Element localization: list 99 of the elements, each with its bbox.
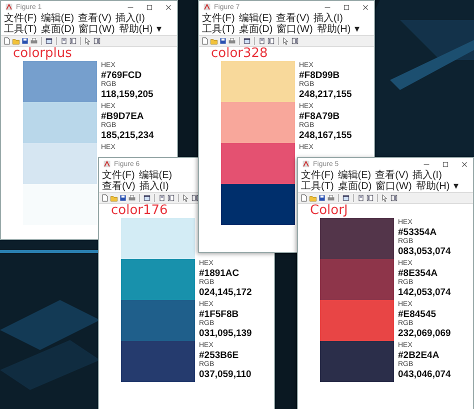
panel-icon[interactable] [93, 37, 101, 45]
menu-item[interactable]: 帮助(H) [416, 181, 450, 192]
maximize-icon[interactable] [145, 2, 154, 12]
palette-name: colorplus [13, 47, 73, 61]
maximize-icon[interactable] [342, 2, 351, 12]
menu-item[interactable]: 窗口(W) [78, 24, 115, 35]
hex-value: #8E354A [398, 268, 439, 279]
menu-item[interactable]: 查看(V) [102, 181, 136, 192]
panel-icon[interactable] [258, 37, 266, 45]
menu-more-button[interactable]: ▾ [156, 24, 162, 35]
hex-value: #E84545 [398, 309, 438, 320]
menu-more-button[interactable]: ▾ [354, 24, 360, 35]
hex-value: #1891AC [199, 268, 240, 279]
hex-value: #253B6E [199, 350, 240, 361]
cursor-icon[interactable] [182, 194, 190, 202]
panel-icon[interactable] [158, 194, 166, 202]
menu-item[interactable]: 查看(V) [375, 170, 408, 181]
menu-item[interactable]: 桌面(D) [338, 181, 372, 192]
panel-icon[interactable] [357, 194, 365, 202]
palette-name: ColorJ [310, 204, 349, 218]
window-icon[interactable] [243, 37, 251, 45]
hex-value: #F8D99B [299, 70, 341, 81]
save-icon[interactable] [318, 194, 326, 202]
rgb-value: 232,069,069 [398, 328, 451, 339]
rgb-value: 043,046,074 [398, 369, 451, 380]
app-icon [5, 3, 13, 11]
rgb-value: 248,217,155 [299, 89, 352, 100]
menu-item[interactable]: 帮助(H) [118, 24, 153, 35]
menu-item[interactable]: 桌面(D) [40, 24, 75, 35]
new-file-icon[interactable] [300, 194, 308, 202]
rgb-value: 024,145,172 [199, 287, 252, 298]
menu-item[interactable]: 查看(V) [78, 13, 112, 24]
hex-value: #769FCD [101, 70, 143, 81]
rgb-value: 248,167,155 [299, 130, 352, 141]
cursor-icon[interactable] [84, 37, 92, 45]
cursor-icon[interactable] [381, 194, 389, 202]
hex-value: #53354A [398, 227, 438, 238]
panel-icon[interactable] [366, 194, 374, 202]
menu-item[interactable]: 插入(I) [412, 170, 442, 181]
window-icon[interactable] [45, 37, 53, 45]
menu-item[interactable]: 窗口(W) [276, 24, 313, 35]
rgb-value: 118,159,205 [101, 89, 154, 100]
save-icon[interactable] [21, 37, 29, 45]
menu-item[interactable]: 编辑(E) [238, 13, 272, 24]
app-icon [203, 3, 211, 11]
menu-more-button[interactable]: ▾ [454, 181, 459, 192]
new-file-icon[interactable] [101, 194, 109, 202]
app-icon [103, 160, 111, 168]
menu-item[interactable]: 插入(I) [115, 13, 145, 24]
new-file-icon[interactable] [201, 37, 209, 45]
menu-item[interactable]: 文件(F) [202, 13, 235, 24]
rgb-value: 185,215,234 [101, 130, 154, 141]
panel-icon[interactable] [267, 37, 275, 45]
close-icon[interactable] [164, 2, 173, 12]
close-icon[interactable] [460, 160, 469, 168]
menu-item[interactable]: 插入(I) [313, 13, 343, 24]
print-icon[interactable] [327, 194, 335, 202]
hex-value: #2B2E4A [398, 350, 440, 361]
menu-item[interactable]: 文件(F) [102, 170, 135, 181]
menu-item[interactable]: 桌面(D) [238, 24, 273, 35]
panel-icon[interactable] [291, 37, 299, 45]
rgb-value: 083,053,074 [398, 246, 451, 257]
save-icon[interactable] [119, 194, 127, 202]
print-icon[interactable] [228, 37, 236, 45]
panel-icon[interactable] [390, 194, 398, 202]
menu-item[interactable]: 工具(T) [4, 24, 37, 35]
panel-icon[interactable] [69, 37, 77, 45]
save-icon[interactable] [219, 37, 227, 45]
panel-icon[interactable] [191, 194, 199, 202]
hex-value: #1F5F8B [199, 309, 240, 320]
menu-item[interactable]: 工具(T) [202, 24, 235, 35]
palette-name: color328 [211, 47, 269, 61]
print-icon[interactable] [30, 37, 38, 45]
close-icon[interactable] [361, 2, 370, 12]
panel-icon[interactable] [60, 37, 68, 45]
window-icon[interactable] [342, 194, 350, 202]
menu-item[interactable]: 查看(V) [276, 13, 310, 24]
palette-name: color176 [111, 204, 169, 218]
cursor-icon[interactable] [282, 37, 290, 45]
menu-item[interactable]: 编辑(E) [40, 13, 74, 24]
menu-item[interactable]: 编辑(E) [338, 170, 372, 181]
rgb-value: 031,095,139 [199, 328, 252, 339]
print-icon[interactable] [128, 194, 136, 202]
rgb-value: 142,053,074 [398, 287, 451, 298]
menu-item[interactable]: 文件(F) [301, 170, 334, 181]
menu-item[interactable]: 编辑(E) [138, 170, 172, 181]
new-file-icon[interactable] [3, 37, 11, 45]
app-icon [302, 160, 310, 168]
menu-item[interactable]: 工具(T) [301, 181, 334, 192]
rgb-value: 037,059,110 [199, 369, 252, 380]
window-icon[interactable] [143, 194, 151, 202]
menu-item[interactable]: 窗口(W) [376, 181, 412, 192]
maximize-icon[interactable] [441, 160, 450, 168]
menu-item[interactable]: 插入(I) [139, 181, 169, 192]
panel-icon[interactable] [167, 194, 175, 202]
menu-item[interactable]: 文件(F) [4, 13, 37, 24]
hex-value: #F8A79B [299, 111, 341, 122]
hex-value: #B9D7EA [101, 111, 145, 122]
menu-item[interactable]: 帮助(H) [316, 24, 351, 35]
